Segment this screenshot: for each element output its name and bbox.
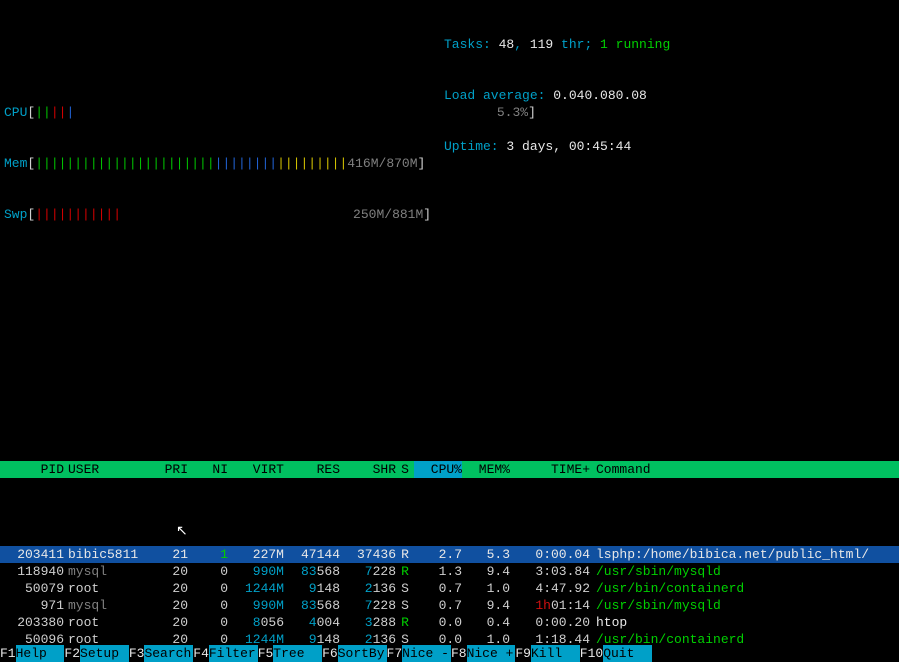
fkey-label[interactable]: Search (144, 645, 193, 662)
col-mem[interactable]: MEM% (462, 461, 510, 478)
fkey-f10[interactable]: F10 (580, 645, 603, 662)
col-res[interactable]: RES (284, 461, 340, 478)
col-pid[interactable]: PID (0, 461, 64, 478)
process-row[interactable]: 971mysql200990M835687228S0.79.41h01:14/u… (0, 597, 899, 614)
col-virt[interactable]: VIRT (228, 461, 284, 478)
col-cpu[interactable]: CPU% (414, 461, 462, 478)
col-cmd[interactable]: Command (590, 461, 899, 478)
fkey-f8[interactable]: F8 (451, 645, 467, 662)
fkey-f3[interactable]: F3 (129, 645, 145, 662)
col-user[interactable]: USER (64, 461, 148, 478)
fkey-label[interactable]: Kill (531, 645, 580, 662)
fkey-f7[interactable]: F7 (387, 645, 403, 662)
process-row[interactable]: 50079root2001244M91482136S0.71.04:47.92/… (0, 580, 899, 597)
cpu-bar: ||||| (35, 104, 74, 121)
process-row[interactable]: 118940mysql200990M835687228R1.39.43:03.8… (0, 563, 899, 580)
col-pri[interactable]: PRI (148, 461, 188, 478)
fkey-f6[interactable]: F6 (322, 645, 338, 662)
system-info: Tasks: 48, 119 thr; 1 running Load avera… (444, 2, 670, 189)
fkey-label[interactable]: Filter (209, 645, 258, 662)
swp-bar: ||||||||||| (35, 206, 121, 223)
swp-label: Swp (4, 206, 27, 223)
fkey-label[interactable]: Tree (273, 645, 322, 662)
column-header[interactable]: PID USER PRI NI VIRT RES SHR S CPU% MEM%… (0, 461, 899, 478)
cpu-label: CPU (4, 104, 27, 121)
fkey-label[interactable]: Nice + (467, 645, 516, 662)
function-key-bar[interactable]: F1Help F2Setup F3SearchF4FilterF5Tree F6… (0, 645, 899, 662)
fkey-label[interactable]: Quit (603, 645, 652, 662)
swp-meter: Swp[|||||||||||250M/881M] (4, 206, 899, 223)
fkey-f1[interactable]: F1 (0, 645, 16, 662)
fkey-f9[interactable]: F9 (515, 645, 531, 662)
col-time[interactable]: TIME+ (510, 461, 590, 478)
mem-label: Mem (4, 155, 27, 172)
fkey-f2[interactable]: F2 (64, 645, 80, 662)
process-row[interactable]: 203380root200805640043288R0.00.40:00.20h… (0, 614, 899, 631)
process-row[interactable]: 203411bibic5811211227M4714437436R2.75.30… (0, 546, 899, 563)
fkey-label[interactable]: Help (16, 645, 65, 662)
fkey-f5[interactable]: F5 (258, 645, 274, 662)
fkey-label[interactable]: Nice - (402, 645, 451, 662)
col-s[interactable]: S (396, 461, 414, 478)
htop-screen: CPU[||||| 5.3%] Mem[||||||||||||||||||||… (0, 0, 899, 662)
mouse-cursor-icon: ↖ (176, 524, 188, 541)
mem-bar: |||||||||||||||||||||||||||||||||||||||| (35, 155, 347, 172)
col-ni[interactable]: NI (188, 461, 228, 478)
fkey-f4[interactable]: F4 (193, 645, 209, 662)
fkey-label[interactable]: Setup (80, 645, 129, 662)
col-shr[interactable]: SHR (340, 461, 396, 478)
fkey-label[interactable]: SortBy (338, 645, 387, 662)
